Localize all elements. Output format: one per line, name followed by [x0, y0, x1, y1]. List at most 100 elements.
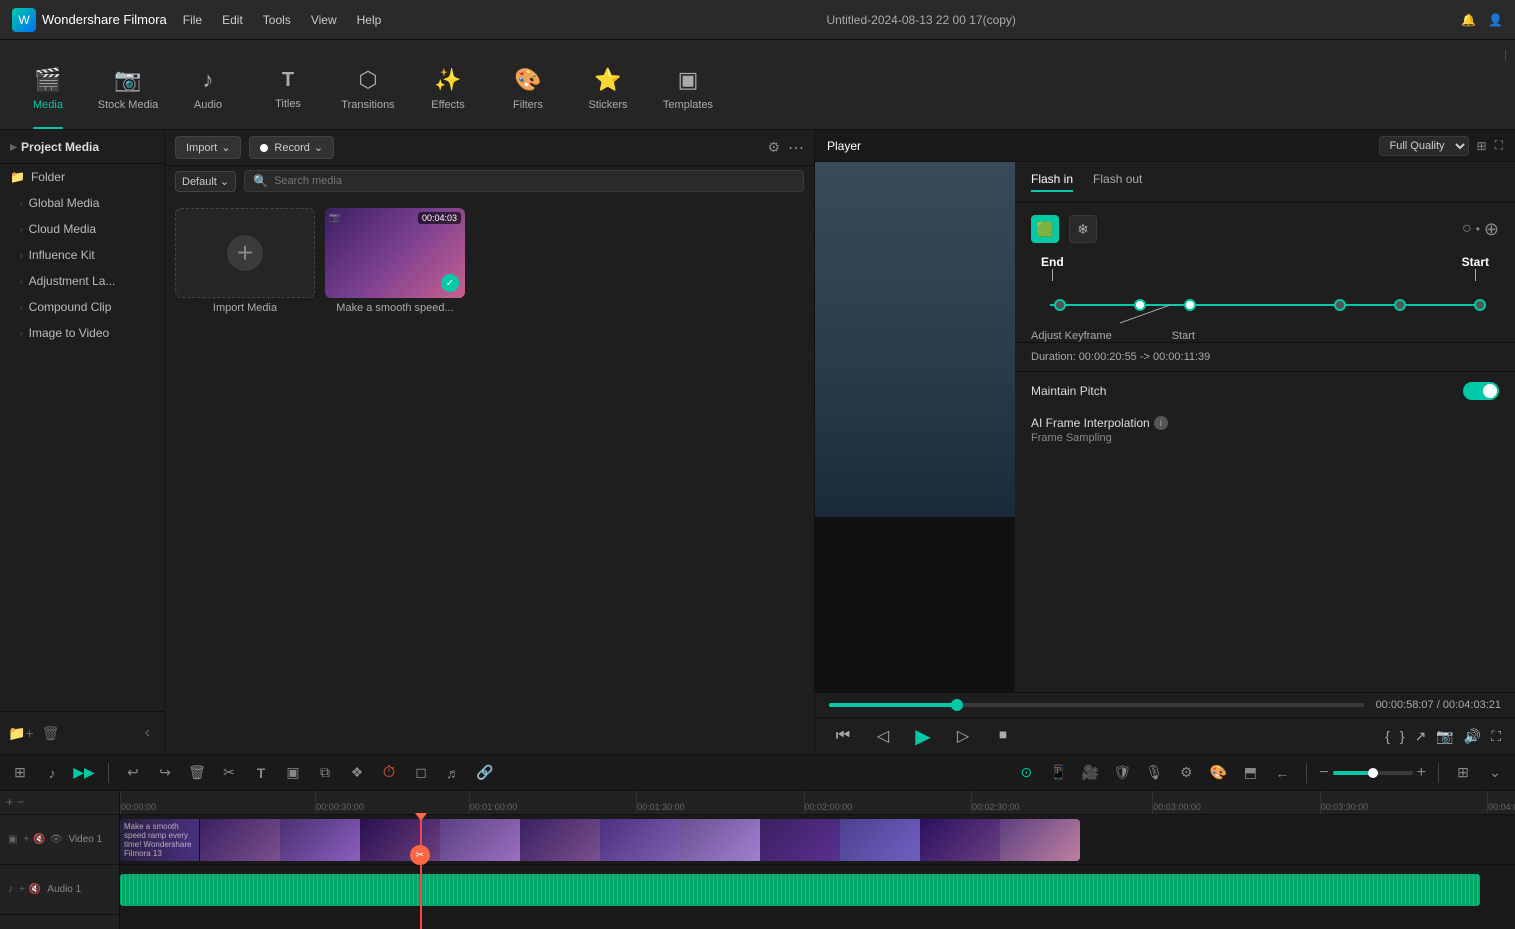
progress-track[interactable] — [829, 703, 1364, 707]
clip-tool[interactable]: ◻ — [409, 761, 433, 785]
remove-track-icon[interactable]: − — [17, 795, 24, 809]
folder-item[interactable]: 📁 Folder — [0, 164, 164, 190]
import-button[interactable]: Import ⌄ — [175, 136, 241, 159]
quality-select[interactable]: Full Quality — [1379, 136, 1469, 156]
more-options-icon[interactable]: ⋯ — [788, 138, 804, 158]
camera-record-icon[interactable]: ⊙ — [1014, 761, 1038, 785]
sidebar-item-image-to-video[interactable]: › Image to Video — [0, 320, 164, 346]
toolbar-titles[interactable]: T Titles — [248, 49, 328, 129]
delete-folder-icon[interactable]: 🗑 — [42, 725, 60, 742]
mark-in-icon[interactable]: { — [1385, 728, 1390, 744]
keyframe-dot-2[interactable] — [1185, 300, 1195, 310]
search-input-wrap[interactable]: 🔍 — [244, 170, 804, 192]
timeline-ruler[interactable]: 00:00:00 00:00:30:00 00:01:00:00 00:01:3… — [120, 791, 1515, 815]
export-icon[interactable]: ↗ — [1415, 728, 1427, 745]
snapshot-icon[interactable]: 📷 — [1436, 728, 1453, 745]
toolbar-stickers[interactable]: ⭐ Stickers — [568, 49, 648, 129]
add-media-icon[interactable]: + — [227, 235, 263, 271]
plus-end-icon[interactable]: ⊕ — [1484, 219, 1499, 240]
frame-back-button[interactable]: ◁ — [869, 722, 897, 750]
toolbar-effects[interactable]: ✨ Effects — [408, 49, 488, 129]
sidebar-item-cloud-media[interactable]: › Cloud Media — [0, 216, 164, 242]
grid-view-icon[interactable]: ⊞ — [1451, 761, 1475, 785]
cut-button[interactable]: ✂ — [217, 761, 241, 785]
progress-thumb[interactable] — [951, 699, 963, 711]
mute-audio-icon[interactable]: 🔇 — [29, 884, 41, 895]
toolbar-transitions[interactable]: ⬡ Transitions — [328, 49, 408, 129]
shield-icon[interactable]: 🛡 — [1110, 761, 1134, 785]
redo-button[interactable]: ↪ — [153, 761, 177, 785]
toolbar-stock-media[interactable]: 📷 Stock Media — [88, 49, 168, 129]
mic-icon[interactable]: 🎙 — [1142, 761, 1166, 785]
import-media-card[interactable]: + Import Media — [175, 208, 315, 314]
zoom-track[interactable] — [1333, 771, 1413, 775]
toolbar-audio[interactable]: ♪ Audio — [168, 49, 248, 129]
tl-scenes-icon[interactable]: ⊞ — [8, 761, 32, 785]
arrow-left-icon[interactable]: ← — [1270, 761, 1294, 785]
toolbar-media[interactable]: 🎬 Media — [8, 49, 88, 129]
frame-fwd-button[interactable]: ▷ — [949, 722, 977, 750]
ai-color-icon[interactable]: 🎨 — [1206, 761, 1230, 785]
tl-speed-icon[interactable]: ▶▶ — [72, 761, 96, 785]
audio-icon[interactable]: 🔊 — [1464, 728, 1481, 745]
tl-audio-icon[interactable]: ♪ — [40, 761, 64, 785]
menu-view[interactable]: View — [311, 13, 337, 27]
add-video-icon[interactable]: + — [23, 834, 29, 845]
zoom-thumb[interactable] — [1368, 768, 1378, 778]
toolbar-filters[interactable]: 🎨 Filters — [488, 49, 568, 129]
crop-tool[interactable]: ▣ — [281, 761, 305, 785]
maintain-pitch-toggle[interactable] — [1463, 382, 1499, 400]
speed-mode-btn-2[interactable]: ❄ — [1069, 215, 1097, 243]
speed-ramp-tool[interactable]: ⏱ — [377, 761, 401, 785]
menu-help[interactable]: Help — [357, 13, 382, 27]
equalizer-icon[interactable]: ⚙ — [1174, 761, 1198, 785]
zoom-out-button[interactable]: − — [1319, 764, 1328, 782]
layout-icon[interactable]: ⊞ — [1477, 139, 1487, 153]
link-tool[interactable]: 🔗 — [473, 761, 497, 785]
screen-record-icon[interactable]: 📱 — [1046, 761, 1070, 785]
text-tool[interactable]: T — [249, 761, 273, 785]
skip-back-button[interactable]: ⏮ — [829, 722, 857, 750]
add-audio-icon[interactable]: + — [19, 884, 25, 895]
filter-icon[interactable]: ⚙ — [767, 139, 780, 156]
record-button[interactable]: Record ⌄ — [249, 136, 334, 159]
delete-button[interactable]: 🗑 — [185, 761, 209, 785]
caption-icon[interactable]: ⬒ — [1238, 761, 1262, 785]
video-media-card[interactable]: 📷 00:04:03 ✓ Make a smooth speed... — [325, 208, 465, 314]
pip-icon[interactable]: ⛶ — [1491, 728, 1501, 745]
mark-out-icon[interactable]: } — [1400, 728, 1405, 744]
toolbar-templates[interactable]: ▣ Templates — [648, 49, 728, 129]
play-button[interactable]: ▶ — [909, 722, 937, 750]
tab-player[interactable]: Player — [827, 139, 861, 153]
sidebar-item-global-media[interactable]: › Global Media — [0, 190, 164, 216]
tab-flash-out[interactable]: Flash out — [1093, 172, 1142, 192]
stop-button[interactable]: ⏹ — [989, 722, 1017, 750]
notification-icon[interactable]: 🔔 — [1461, 13, 1476, 27]
group-tool[interactable]: ❖ — [345, 761, 369, 785]
keyframe-dot-1[interactable] — [1135, 300, 1145, 310]
search-input[interactable] — [274, 175, 795, 187]
undo-button[interactable]: ↩ — [121, 761, 145, 785]
expand-timeline-icon[interactable]: ⌄ — [1483, 761, 1507, 785]
mute-video-icon[interactable]: 🔇 — [33, 834, 45, 845]
menu-file[interactable]: File — [183, 13, 202, 27]
default-dropdown[interactable]: Default ⌄ — [175, 171, 236, 192]
collapse-panel-icon[interactable]: ‹ — [139, 720, 156, 746]
minus-icon[interactable]: ○ — [1462, 220, 1472, 238]
speed-mode-btn-1[interactable]: 🟩 — [1031, 215, 1059, 243]
video-clip[interactable]: Make a smooth speed ramp every time! Won… — [120, 819, 1080, 861]
menu-tools[interactable]: Tools — [263, 13, 291, 27]
add-folder-icon[interactable]: 📁+ — [8, 725, 34, 742]
expand-icon[interactable]: ⛶ — [1495, 138, 1503, 153]
audio-clip[interactable] — [120, 874, 1480, 906]
zoom-in-button[interactable]: + — [1417, 764, 1426, 782]
menu-edit[interactable]: Edit — [222, 13, 243, 27]
sidebar-item-compound-clip[interactable]: › Compound Clip — [0, 294, 164, 320]
sidebar-item-adjustment-layer[interactable]: › Adjustment La... — [0, 268, 164, 294]
tab-flash-in[interactable]: Flash in — [1031, 172, 1073, 192]
sidebar-item-influence-kit[interactable]: › Influence Kit — [0, 242, 164, 268]
audio-sync-tool[interactable]: ♬ — [441, 761, 465, 785]
copy-tool[interactable]: ⧉ — [313, 761, 337, 785]
account-icon[interactable]: 👤 — [1488, 13, 1503, 27]
add-track-icon[interactable]: + — [6, 795, 13, 809]
